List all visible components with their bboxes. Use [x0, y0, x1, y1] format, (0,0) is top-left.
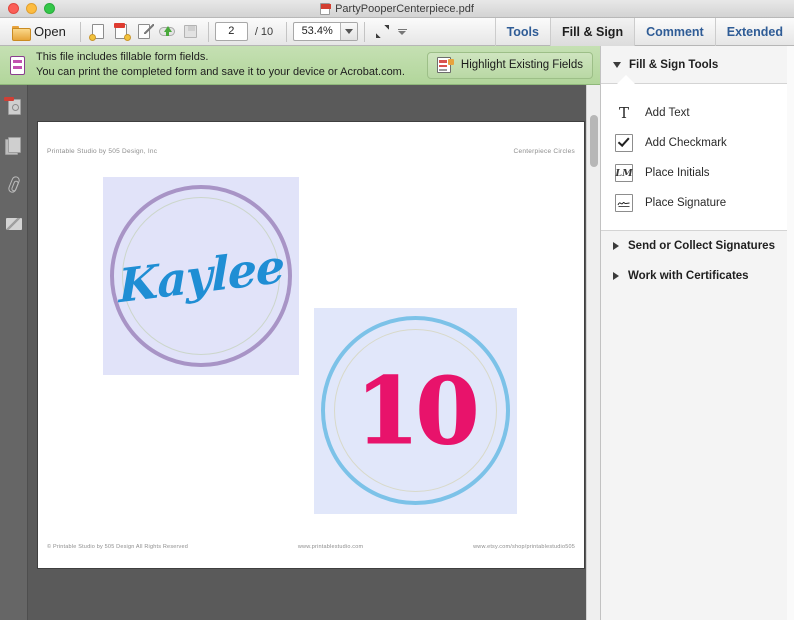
notification-line-2: You can print the completed form and sav… — [36, 66, 405, 78]
toolbar-overflow-button[interactable] — [394, 21, 410, 42]
zoom-dropdown-button[interactable] — [340, 23, 358, 40]
fit-page-button[interactable] — [371, 21, 394, 42]
page-thumbnails-icon[interactable] — [0, 91, 28, 123]
tool-place-signature[interactable]: Place Signature — [601, 188, 794, 218]
toolbar-menu-group: Tools Fill & Sign Comment Extended — [494, 17, 794, 46]
tool-add-text-label: Add Text — [645, 107, 690, 119]
page-footer-center: www.printablestudio.com — [297, 544, 364, 550]
document-viewer: Printable Studio by 505 Design, Inc Cent… — [28, 85, 600, 620]
close-window-button[interactable] — [8, 3, 19, 14]
zoom-combobox[interactable]: 53.4% — [293, 22, 359, 41]
highlight-fields-icon — [436, 57, 454, 73]
pdf-file-icon — [320, 3, 332, 15]
save-a-copy-icon[interactable] — [88, 21, 109, 42]
viewer-vertical-scrollbar[interactable] — [586, 85, 600, 620]
page-footer-left: © Printable Studio by 505 Design All Rig… — [47, 544, 189, 550]
chevron-down-icon — [345, 29, 354, 34]
toolbar-divider-3 — [286, 21, 288, 42]
panel-section-send-label: Send or Collect Signatures — [628, 240, 775, 252]
toolbar-overflow-icon — [398, 30, 407, 35]
panel-section-send-or-collect-signatures[interactable]: Send or Collect Signatures — [601, 231, 794, 261]
toolbar-divider-1 — [79, 21, 81, 42]
toolbar-divider-2 — [207, 21, 209, 42]
triangle-down-icon — [613, 61, 621, 68]
panel-header-fill-sign-tools[interactable]: Fill & Sign Tools — [601, 46, 794, 84]
menu-fill-sign[interactable]: Fill & Sign — [549, 17, 635, 46]
maximize-window-button[interactable] — [44, 3, 55, 14]
main-toolbar: Open 2 / 10 53.4% Tools Fill & Sign Comm… — [0, 17, 794, 46]
tool-add-checkmark[interactable]: Add Checkmark — [601, 128, 794, 158]
tool-place-initials-label: Place Initials — [645, 167, 710, 179]
pdf-page: Printable Studio by 505 Design, Inc Cent… — [38, 122, 584, 568]
fill-and-sign-panel: Fill & Sign Tools T Add Text Add Checkma… — [600, 46, 794, 620]
tool-add-checkmark-label: Add Checkmark — [645, 137, 727, 149]
add-text-icon: T — [618, 103, 629, 122]
open-button-label: Open — [34, 24, 66, 39]
fit-page-icon — [376, 25, 390, 38]
panel-notch — [617, 75, 635, 84]
notification-text: This file includes fillable form fields.… — [36, 50, 405, 80]
window-title-group: PartyPooperCenterpiece.pdf — [0, 0, 794, 18]
title-bar: PartyPooperCenterpiece.pdf — [0, 0, 794, 18]
acrobat-window: PartyPooperCenterpiece.pdf Open 2 / 10 5… — [0, 0, 794, 620]
tool-place-initials[interactable]: LM Place Initials — [601, 158, 794, 188]
panel-section-certificates-label: Work with Certificates — [628, 270, 749, 282]
centerpiece-circle-ten: 10 — [314, 308, 517, 514]
edit-pdf-icon[interactable] — [134, 21, 155, 42]
centerpiece-circle-kaylee: Kaylee — [103, 177, 299, 375]
panel-header-label: Fill & Sign Tools — [629, 58, 719, 71]
page-header-right: Centerpiece Circles — [513, 148, 575, 155]
save-file-icon — [180, 21, 201, 42]
add-checkmark-icon — [613, 134, 635, 152]
window-title: PartyPooperCenterpiece.pdf — [335, 3, 474, 15]
open-button[interactable]: Open — [6, 22, 74, 41]
upload-to-cloud-icon[interactable] — [157, 21, 178, 42]
place-initials-icon: LM — [613, 164, 635, 182]
notification-line-1: This file includes fillable form fields. — [36, 51, 209, 63]
attachments-icon[interactable] — [0, 169, 28, 201]
highlight-existing-fields-button[interactable]: Highlight Existing Fields — [426, 51, 593, 79]
menu-extended[interactable]: Extended — [714, 17, 794, 46]
fill-sign-tool-list: T Add Text Add Checkmark LM Place Initia… — [601, 84, 794, 231]
triangle-right-icon — [613, 242, 619, 250]
ten-label: 10 — [355, 356, 480, 465]
viewer-scrollbar-thumb[interactable] — [590, 115, 598, 167]
highlight-existing-fields-label: Highlight Existing Fields — [460, 59, 583, 71]
place-signature-icon — [613, 194, 635, 212]
menu-tools[interactable]: Tools — [494, 17, 550, 46]
tool-place-signature-label: Place Signature — [645, 197, 727, 209]
panel-section-work-with-certificates[interactable]: Work with Certificates — [601, 261, 794, 291]
panel-vertical-scrollbar[interactable] — [787, 46, 794, 620]
zoom-value[interactable]: 53.4% — [294, 23, 340, 40]
tool-add-text[interactable]: T Add Text — [601, 98, 794, 128]
form-fields-icon — [8, 55, 28, 76]
signature-stroke — [617, 201, 630, 207]
folder-open-icon — [12, 25, 31, 41]
navigation-rail — [0, 85, 28, 620]
form-fields-notification-bar: This file includes fillable form fields.… — [0, 46, 600, 85]
page-header-left: Printable Studio by 505 Design, Inc — [47, 148, 158, 155]
attach-file-icon[interactable] — [111, 21, 132, 42]
window-controls — [8, 3, 55, 14]
menu-comment[interactable]: Comment — [634, 17, 715, 46]
page-total-label: / 10 — [254, 25, 274, 38]
minimize-window-button[interactable] — [26, 3, 37, 14]
page-number-input[interactable]: 2 — [214, 22, 248, 41]
toolbar-divider-4 — [364, 21, 366, 42]
triangle-right-icon — [613, 272, 619, 280]
signatures-icon[interactable] — [0, 209, 28, 241]
page-footer: © Printable Studio by 505 Design All Rig… — [38, 544, 584, 550]
page-header: Printable Studio by 505 Design, Inc Cent… — [38, 148, 584, 155]
pages-panel-icon[interactable] — [0, 129, 28, 161]
page-footer-right: www.etsy.com/shop/printablestudio505 — [473, 544, 575, 550]
